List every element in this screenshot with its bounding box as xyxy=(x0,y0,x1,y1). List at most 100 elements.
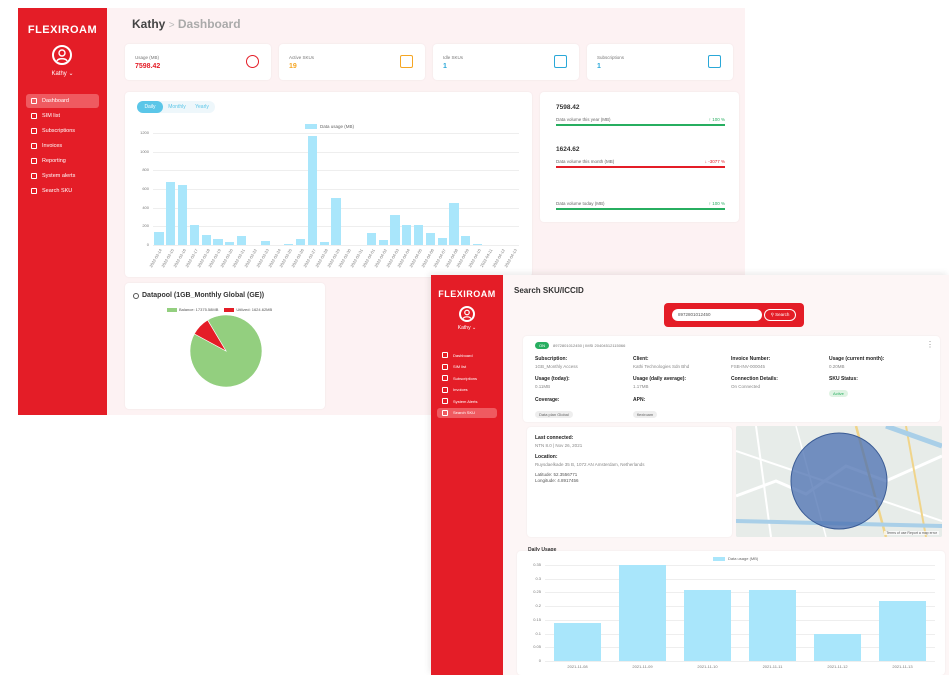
bar-2022-03-26[interactable] xyxy=(295,238,306,245)
volume-change: ↑ 100 % xyxy=(708,117,725,122)
sidebar-item-search-sku[interactable]: Search SKU xyxy=(26,184,99,198)
bar-2022-04-10[interactable] xyxy=(473,244,483,245)
bar-2021-11-12[interactable] xyxy=(814,633,861,661)
sidebar-item-label: Search SKU xyxy=(453,410,476,415)
detail-value: 1.17MB xyxy=(633,384,649,389)
y-tick-label: 0.35 xyxy=(533,562,541,567)
sidebar-item-label: SIM list xyxy=(453,364,467,369)
bar-2022-03-23[interactable] xyxy=(260,241,270,245)
bar-2021-11-13[interactable] xyxy=(879,600,926,661)
user-menu[interactable]: Kathy ⌄ xyxy=(18,70,107,77)
daily-legend: Data usage (MB) xyxy=(713,556,758,561)
y-tick-label: 200 xyxy=(142,223,149,229)
detail-usage-today: Usage (today): 0.11MB xyxy=(535,376,570,389)
bar-2022-04-09[interactable] xyxy=(461,235,471,245)
bar-2021-11-08[interactable] xyxy=(554,622,601,661)
last-connected-label: Last connected: xyxy=(535,435,574,441)
volume-underline xyxy=(556,124,725,126)
detail-label: Coverage: xyxy=(535,397,560,403)
chart-legend: Data usage (MB) xyxy=(305,124,354,129)
bar-2022-04-07[interactable] xyxy=(437,238,447,245)
stat-card-idle-skus[interactable]: Idle SKUs 1 xyxy=(433,44,579,80)
stat-value: 7598.42 xyxy=(135,63,161,70)
sidebar-item-system-alerts[interactable]: System Alerts xyxy=(437,396,497,406)
tab-monthly[interactable]: Monthly xyxy=(165,101,189,113)
legend-swatch-balance xyxy=(167,307,177,312)
sidebar: FLEXIROAM Kathy ⌄ Dashboard SIM list Subsc… xyxy=(18,8,107,415)
stat-card-active-skus[interactable]: Active SKUs 19 xyxy=(279,44,425,80)
stat-value: 19 xyxy=(289,63,297,70)
bar-2022-03-19[interactable] xyxy=(213,239,223,245)
latitude-value: Latitude: 52.3556771 xyxy=(535,472,578,477)
tab-yearly[interactable]: Yearly xyxy=(190,101,214,113)
legend-balance: Balance: 17375.58MB xyxy=(179,307,219,312)
sidebar-item-sim-list[interactable]: SIM list xyxy=(26,109,99,123)
bar-2022-03-15[interactable] xyxy=(166,182,176,245)
bar-2022-03-27[interactable] xyxy=(307,136,317,245)
detail-value: flexiroam xyxy=(633,411,658,418)
sidebar-item-subscriptions[interactable]: Subscriptions xyxy=(437,373,497,383)
sidebar-item-search-sku[interactable]: Search SKU xyxy=(437,407,497,418)
user-menu-2[interactable]: Kathy ⌄ xyxy=(431,325,503,331)
sidebar-item-system-alerts[interactable]: System alerts xyxy=(26,169,99,183)
search-icon xyxy=(31,188,37,194)
gridline xyxy=(545,661,935,662)
stat-card-usage-mb-[interactable]: Usage (MB) 7598.42 xyxy=(125,44,271,80)
avatar[interactable] xyxy=(52,45,72,65)
bar-2022-03-28[interactable] xyxy=(319,241,329,245)
avatar-2[interactable] xyxy=(459,306,475,322)
location-map[interactable]: Terms of use Report a map error xyxy=(736,426,942,537)
bar-2022-04-05[interactable] xyxy=(414,224,424,245)
bar-2022-04-04[interactable] xyxy=(402,225,412,245)
sidebar-item-sim-list[interactable]: SIM list xyxy=(437,362,497,372)
bar-2022-03-14[interactable] xyxy=(154,231,164,245)
stat-card-subscriptions[interactable]: Subscriptions 1 xyxy=(587,44,733,80)
sidebar-item-reporting[interactable]: Reporting xyxy=(26,154,99,168)
detail-value: Data plan Global xyxy=(535,411,573,418)
detail-label: APN: xyxy=(633,397,646,403)
bar-2022-03-25[interactable] xyxy=(284,244,294,245)
sidebar-item-dashboard[interactable]: Dashboard xyxy=(26,94,99,108)
bar-2021-11-10[interactable] xyxy=(684,589,731,661)
bar-2022-03-21[interactable] xyxy=(236,235,247,245)
tab-daily[interactable]: Daily xyxy=(137,101,163,113)
bar-2022-03-20[interactable] xyxy=(225,241,235,245)
breadcrumb-root[interactable]: Kathy xyxy=(132,17,165,31)
datapool-card: Datapool (1GB_Monthly Global (GE)) Balan… xyxy=(125,283,325,409)
iccid-line: 8972801012450 | IMSI 20404512115066 xyxy=(553,343,626,348)
last-connected-value: NTN 8.0 | Nov 26, 2021 xyxy=(535,443,583,448)
sidebar-item-subscriptions[interactable]: Subscriptions xyxy=(26,124,99,138)
sidebar-item-invoices[interactable]: Invoices xyxy=(26,139,99,153)
search-button[interactable]: ⚲ Search xyxy=(764,309,796,321)
bar-2022-04-03[interactable] xyxy=(390,214,400,245)
bar-2022-04-02[interactable] xyxy=(378,239,388,245)
gridline xyxy=(153,245,519,246)
bar-2022-04-01[interactable] xyxy=(366,233,377,245)
sidebar-item-dashboard[interactable]: Dashboard xyxy=(437,350,497,360)
sidebar-item-invoices[interactable]: Invoices xyxy=(437,385,497,395)
more-options-icon[interactable]: ⋮ xyxy=(926,340,934,349)
stat-value: 1 xyxy=(597,63,601,70)
bar-2022-04-08[interactable] xyxy=(449,203,459,245)
bar-2022-04-06[interactable] xyxy=(425,233,436,245)
daily-legend-label: Data usage (MB) xyxy=(728,556,759,561)
volume-value: 1624.62 xyxy=(556,146,580,153)
detail-value: On Connected xyxy=(731,384,761,389)
breadcrumb: Kathy > Dashboard xyxy=(132,17,241,31)
daily-usage-plot: 0 0.05 0.1 0.15 0.2 0.25 0.3 0.35 2021-11-08 2021… xyxy=(533,562,935,669)
search-input[interactable]: 8972801012450 xyxy=(672,309,762,321)
x-tick-label: 2021-11-09 xyxy=(632,664,653,669)
longitude-value: Longitude: 4.8917456 xyxy=(535,478,579,483)
volume-card: 7598.42 Data volume this year (MB) ↑ 100 %… xyxy=(540,92,739,222)
bar-2022-03-18[interactable] xyxy=(201,235,211,245)
bar-2021-11-09[interactable] xyxy=(619,565,666,661)
volume-value: 7598.42 xyxy=(556,104,580,111)
last-connected-block: Last connected: NTN 8.0 | Nov 26, 2021 L… xyxy=(535,435,645,483)
bar-2021-11-11[interactable] xyxy=(749,589,796,661)
bar-2022-03-16[interactable] xyxy=(177,184,188,245)
pie-legend: Balance: 17375.58MB Utilized: 1624.62MB xyxy=(167,307,272,312)
y-tick-label: 0.05 xyxy=(533,644,541,650)
bar-2022-03-29[interactable] xyxy=(331,197,341,245)
volume-change: ↓ -3077 % xyxy=(704,159,725,164)
bar-2022-03-17[interactable] xyxy=(189,224,199,245)
